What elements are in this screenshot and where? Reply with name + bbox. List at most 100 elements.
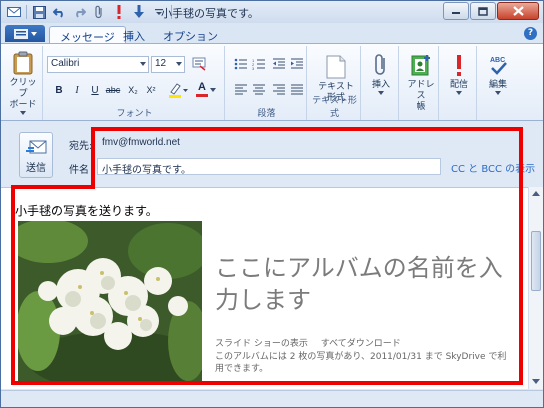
svg-text:3: 3 (252, 66, 255, 70)
highlighter-icon (169, 83, 188, 98)
superscript-button[interactable]: X² (143, 82, 159, 98)
bullet-list-icon[interactable] (233, 56, 249, 72)
album-photo[interactable] (18, 221, 202, 381)
toolbar-divider (26, 5, 27, 19)
address-book-icon (408, 52, 434, 78)
editing-group: ABC 編集 (479, 46, 519, 120)
window-controls (443, 2, 539, 20)
flower-photo-image (18, 221, 202, 381)
insert-group: 挿入 (363, 46, 399, 120)
compose-header: 送信 宛先: fmv@fmworld.net 件名 小手毬の写真です。 CC と… (1, 122, 543, 187)
plain-text-group: テキスト 形式 テキスト形式 (309, 46, 361, 120)
spellcheck-icon: ABC (485, 52, 511, 78)
quick-access-toolbar (5, 3, 173, 21)
chevron-down-icon (210, 88, 216, 92)
album-info-text: このアルバムには 2 枚の写真があり、2011/01/31 まで SkyDriv… (215, 352, 507, 374)
clear-format-icon[interactable] (191, 56, 207, 72)
editing-label: 編集 (488, 80, 507, 90)
download-all-link[interactable]: すべてダウンロード (321, 339, 401, 349)
font-size-select[interactable]: 12 (151, 56, 185, 73)
subscript-button[interactable]: X₂ (125, 82, 141, 98)
address-book-label: アドレス 帳 (407, 80, 435, 112)
to-field[interactable]: fmv@fmworld.net (97, 134, 521, 151)
decrease-indent-icon[interactable] (271, 56, 287, 72)
chevron-down-icon (456, 91, 462, 95)
paste-button[interactable]: クリップ ボード (7, 50, 39, 115)
message-body[interactable]: 小手毬の写真を送ります。 ここにアルバムの名前を入力します スライド ショーの表… (1, 187, 543, 389)
italic-button[interactable]: I (69, 82, 85, 98)
undo-icon[interactable] (50, 3, 68, 21)
align-left-icon[interactable] (233, 82, 249, 98)
window-title: 小手毬の写真です。 (161, 7, 259, 20)
cc-bcc-link[interactable]: CC と BCC の表示 (451, 160, 535, 175)
plain-text-group-label: テキスト形式 (312, 96, 357, 119)
minimize-button[interactable] (443, 2, 469, 20)
attach-icon[interactable] (90, 3, 108, 21)
paragraph-group: 123 段落 (227, 46, 307, 120)
svg-text:ABC: ABC (490, 57, 505, 64)
align-center-icon[interactable] (251, 82, 267, 98)
priority-icon (446, 52, 472, 78)
paperclip-icon (368, 52, 394, 78)
album-links: スライド ショーの表示 すべてダウンロード (215, 336, 411, 349)
numbered-list-icon[interactable]: 123 (251, 56, 267, 72)
scroll-down-icon[interactable] (532, 379, 540, 384)
redo-icon[interactable] (70, 3, 88, 21)
help-icon[interactable]: ? (524, 27, 537, 40)
tab-options[interactable]: オプション (153, 26, 228, 43)
underline-button[interactable]: U (87, 82, 103, 98)
slideshow-link[interactable]: スライド ショーの表示 (215, 339, 308, 349)
address-book-button[interactable]: アドレス 帳 (404, 52, 438, 113)
app-menu-button[interactable] (5, 25, 45, 42)
delivery-label: 配信 (449, 80, 468, 90)
tab-insert[interactable]: 挿入 (113, 26, 155, 43)
clipboard-group: クリップ ボード (3, 46, 43, 120)
font-color-letter: A (198, 81, 206, 93)
justify-icon[interactable] (289, 82, 305, 98)
save-icon[interactable] (30, 3, 48, 21)
subject-field[interactable]: 小手毬の写真です。 (97, 158, 441, 176)
window-icon[interactable] (5, 3, 23, 21)
insert-label: 挿入 (371, 80, 390, 90)
subject-label: 件名 (69, 165, 89, 176)
delivery-button[interactable]: 配信 (445, 52, 473, 95)
font-color-button[interactable]: A (195, 81, 217, 98)
vertical-scrollbar[interactable] (528, 187, 543, 389)
clipboard-icon (10, 50, 36, 76)
font-name-select[interactable]: Calibri (47, 56, 149, 73)
address-book-group: アドレス 帳 (401, 46, 439, 120)
font-group: Calibri 12 B I U abc X₂ X² A フォント (45, 46, 225, 120)
font-group-label: フォント (116, 109, 153, 119)
body-intro-text: 小手毬の写真を送ります。 (15, 204, 158, 218)
highlight-button[interactable] (167, 82, 189, 98)
increase-indent-icon[interactable] (289, 56, 305, 72)
ribbon-tab-bar: メッセージ 挿入 オプション ? (1, 23, 543, 44)
title-bar: 小手毬の写真です。 (1, 1, 543, 23)
bold-button[interactable]: B (51, 82, 67, 98)
high-priority-icon[interactable] (110, 3, 128, 21)
chevron-down-icon (495, 91, 501, 95)
close-button[interactable] (497, 2, 539, 20)
ribbon: クリップ ボード Calibri 12 B I U abc X₂ X² A フォ… (1, 43, 543, 121)
scroll-up-icon[interactable] (532, 191, 540, 196)
send-label: 送信 (26, 163, 46, 174)
send-button[interactable]: 送信 (19, 132, 53, 178)
insert-button[interactable]: 挿入 (367, 52, 395, 95)
document-icon (323, 54, 349, 80)
send-mail-icon (26, 140, 47, 154)
align-right-icon[interactable] (271, 82, 287, 98)
mail-window: 小手毬の写真です。 メッセージ 挿入 オプション ? クリップ ボード Cali… (0, 0, 544, 408)
font-name-value: Calibri (51, 58, 80, 69)
chevron-down-icon (378, 91, 384, 95)
paragraph-group-label: 段落 (257, 109, 276, 119)
strikethrough-button[interactable]: abc (105, 82, 121, 98)
editing-button[interactable]: ABC 編集 (483, 52, 513, 95)
low-priority-icon[interactable] (130, 3, 148, 21)
maximize-button[interactable] (470, 2, 496, 20)
album-title[interactable]: ここにアルバムの名前を入力します (215, 252, 515, 316)
scrollbar-thumb[interactable] (531, 231, 541, 291)
paste-label: クリップ ボード (9, 78, 37, 110)
delivery-group: 配信 (441, 46, 477, 120)
to-label: 宛先: (69, 141, 93, 152)
chevron-down-icon (20, 111, 26, 115)
